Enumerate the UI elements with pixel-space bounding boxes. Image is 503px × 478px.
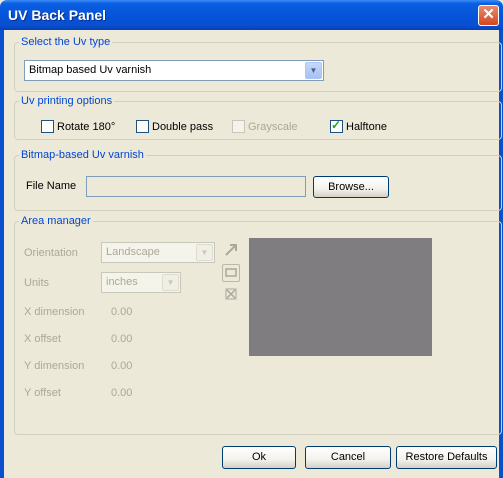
y-offset-value: 0.00 bbox=[111, 387, 133, 399]
double-pass-checkbox[interactable]: Double pass bbox=[136, 120, 213, 133]
orientation-label: Orientation bbox=[24, 247, 78, 259]
checkmark-icon: ✓ bbox=[331, 118, 342, 132]
close-button[interactable]: ✕ bbox=[478, 5, 499, 26]
uv-type-select[interactable]: Bitmap based Uv varnish ▼ bbox=[24, 60, 324, 81]
grayscale-label: Grayscale bbox=[248, 120, 298, 133]
file-name-field[interactable] bbox=[86, 176, 306, 197]
halftone-label: Halftone bbox=[346, 120, 387, 133]
dialog-body: Select the Uv type Bitmap based Uv varni… bbox=[4, 30, 502, 478]
x-dimension-label: X dimension bbox=[24, 306, 85, 318]
browse-label: Browse... bbox=[328, 181, 374, 193]
chevron-down-icon: ▼ bbox=[196, 244, 213, 261]
double-pass-label: Double pass bbox=[152, 120, 214, 133]
orientation-value: Landscape bbox=[106, 246, 160, 258]
halftone-checkbox[interactable]: ✓ Halftone bbox=[330, 118, 387, 133]
y-offset-label: Y offset bbox=[24, 387, 61, 399]
checkbox-box[interactable] bbox=[136, 120, 149, 133]
cancel-label: Cancel bbox=[330, 451, 366, 463]
rotate-180-checkbox[interactable]: Rotate 180° bbox=[41, 120, 115, 133]
ok-button[interactable]: Ok bbox=[222, 446, 296, 469]
uv-type-legend: Select the Uv type bbox=[21, 36, 111, 48]
browse-button[interactable]: Browse... bbox=[313, 176, 389, 198]
grayscale-checkbox: Grayscale bbox=[232, 120, 298, 133]
x-dimension-value: 0.00 bbox=[111, 306, 133, 318]
checkbox-box bbox=[232, 120, 245, 133]
x-offset-value: 0.00 bbox=[111, 333, 133, 345]
rotate-180-label: Rotate 180° bbox=[57, 120, 116, 133]
cancel-button[interactable]: Cancel bbox=[305, 446, 391, 469]
restore-defaults-label: Restore Defaults bbox=[405, 451, 488, 463]
checkbox-box[interactable] bbox=[41, 120, 54, 133]
printing-options-group: Uv printing options bbox=[14, 95, 502, 140]
bitmap-varnish-legend: Bitmap-based Uv varnish bbox=[21, 149, 144, 161]
x-offset-label: X offset bbox=[24, 333, 62, 345]
checkbox-box[interactable]: ✓ bbox=[330, 118, 343, 133]
printing-options-legend: Uv printing options bbox=[21, 95, 113, 107]
chevron-down-icon: ▼ bbox=[162, 274, 179, 291]
y-dimension-value: 0.00 bbox=[111, 360, 133, 372]
arrow-tool-icon[interactable] bbox=[222, 242, 240, 260]
y-dimension-label: Y dimension bbox=[24, 360, 85, 372]
units-value: inches bbox=[106, 276, 138, 288]
area-manager-legend: Area manager bbox=[21, 215, 91, 227]
uv-type-value: Bitmap based Uv varnish bbox=[29, 64, 152, 76]
orientation-select: Landscape ▼ bbox=[101, 242, 215, 263]
chevron-down-icon[interactable]: ▼ bbox=[305, 62, 322, 79]
area-preview[interactable] bbox=[249, 238, 432, 356]
close-icon: ✕ bbox=[482, 6, 495, 23]
units-select: inches ▼ bbox=[101, 272, 181, 293]
rectangle-tool-icon[interactable] bbox=[222, 264, 240, 282]
units-label: Units bbox=[24, 277, 50, 289]
title-bar: UV Back Panel ✕ bbox=[0, 0, 503, 30]
restore-defaults-button[interactable]: Restore Defaults bbox=[396, 446, 497, 469]
window-title: UV Back Panel bbox=[8, 7, 107, 23]
ok-label: Ok bbox=[251, 451, 267, 463]
delete-tool-icon[interactable] bbox=[222, 286, 240, 304]
file-name-label: File Name bbox=[26, 180, 77, 192]
